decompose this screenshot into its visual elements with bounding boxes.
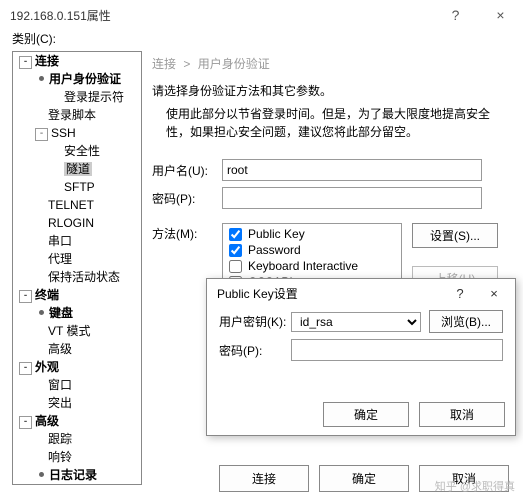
tree-connection[interactable]: -连接: [13, 52, 141, 70]
dialog-close-icon[interactable]: ×: [477, 281, 511, 305]
dialog-ok-button[interactable]: 确定: [323, 402, 409, 427]
tree-terminal[interactable]: -终端: [13, 286, 141, 304]
method-label: 方法(M):: [152, 223, 222, 242]
method-label: Public Key: [248, 227, 305, 241]
tree-log[interactable]: 日志记录: [13, 466, 141, 484]
close-icon[interactable]: ×: [478, 0, 523, 30]
tree-highlight[interactable]: 突出: [13, 394, 141, 412]
method-checkbox[interactable]: [229, 260, 242, 273]
tree-user-auth[interactable]: 用户身份验证: [13, 70, 141, 88]
password-input[interactable]: [222, 187, 482, 209]
ok-button[interactable]: 确定: [319, 465, 409, 492]
tree-keyboard[interactable]: 键盘: [13, 304, 141, 322]
method-label: Password: [248, 243, 301, 257]
tree-tunnel[interactable]: 隧道: [13, 160, 141, 178]
tree-vtmode[interactable]: VT 模式: [13, 322, 141, 340]
expand-icon[interactable]: -: [19, 416, 32, 429]
tree-window[interactable]: 窗口: [13, 376, 141, 394]
dialog-password-input[interactable]: [291, 339, 503, 361]
method-item[interactable]: Password: [223, 242, 401, 258]
dialog-cancel-button[interactable]: 取消: [419, 402, 505, 427]
tree-keepalive[interactable]: 保持活动状态: [13, 268, 141, 286]
watermark: 知乎 @求职得真: [435, 478, 515, 494]
publickey-dialog: Public Key设置 ? × 用户密钥(K): id_rsa 浏览(B)..…: [206, 278, 516, 436]
expand-icon[interactable]: -: [19, 56, 32, 69]
expand-icon[interactable]: -: [19, 362, 32, 375]
username-input[interactable]: [222, 159, 482, 181]
properties-window: 192.168.0.151属性 ? × 类别(C): -连接用户身份验证登录提示…: [0, 0, 523, 500]
tree-bell[interactable]: 响铃: [13, 448, 141, 466]
password-label: 密码(P):: [152, 190, 222, 207]
username-label: 用户名(U):: [152, 162, 222, 179]
browse-button[interactable]: 浏览(B)...: [429, 310, 503, 333]
dialog-titlebar: Public Key设置 ? ×: [207, 279, 515, 307]
method-item[interactable]: Keyboard Interactive: [223, 258, 401, 274]
dialog-password-label: 密码(P):: [219, 342, 291, 359]
tree-sftp[interactable]: SFTP: [13, 178, 141, 196]
method-checkbox[interactable]: [229, 228, 242, 241]
setup-button[interactable]: 设置(S)...: [412, 223, 498, 248]
expand-icon[interactable]: -: [19, 290, 32, 303]
category-tree[interactable]: -连接用户身份验证登录提示符登录脚本-SSH安全性隧道SFTPTELNETRLO…: [12, 51, 142, 485]
description-1: 请选择身份验证方法和其它参数。: [152, 82, 509, 99]
tree-advanced[interactable]: 高级: [13, 340, 141, 358]
method-label: Keyboard Interactive: [248, 259, 358, 273]
help-icon[interactable]: ?: [433, 0, 478, 30]
tree-filetransfer[interactable]: -文件传输: [13, 484, 141, 485]
dialog-title: Public Key设置: [217, 285, 298, 302]
description-2: 使用此部分以节省登录时间。但是，为了最大限度地提高安全性，如果担心安全问题，建议…: [152, 105, 509, 141]
tree-security[interactable]: 安全性: [13, 142, 141, 160]
tree-appearance[interactable]: -外观: [13, 358, 141, 376]
method-item[interactable]: Public Key: [223, 226, 401, 242]
tree-serial[interactable]: 串口: [13, 232, 141, 250]
userkey-select[interactable]: id_rsa: [291, 312, 421, 332]
tree-proxy[interactable]: 代理: [13, 250, 141, 268]
tree-rlogin[interactable]: RLOGIN: [13, 214, 141, 232]
category-label: 类别(C):: [0, 30, 523, 51]
window-title: 192.168.0.151属性: [10, 7, 111, 24]
tree-login-prompt[interactable]: 登录提示符: [13, 88, 141, 106]
userkey-label: 用户密钥(K):: [219, 313, 291, 330]
tree-advanced2[interactable]: -高级: [13, 412, 141, 430]
method-checkbox[interactable]: [229, 244, 242, 257]
tree-telnet[interactable]: TELNET: [13, 196, 141, 214]
tree-ssh[interactable]: -SSH: [13, 124, 141, 142]
breadcrumb: 连接 > 用户身份验证: [152, 55, 509, 72]
connect-button[interactable]: 连接: [219, 465, 309, 492]
tree-trace[interactable]: 跟踪: [13, 430, 141, 448]
tree-login-script[interactable]: 登录脚本: [13, 106, 141, 124]
expand-icon[interactable]: -: [35, 128, 48, 141]
titlebar: 192.168.0.151属性 ? ×: [0, 0, 523, 30]
dialog-help-icon[interactable]: ?: [443, 281, 477, 305]
